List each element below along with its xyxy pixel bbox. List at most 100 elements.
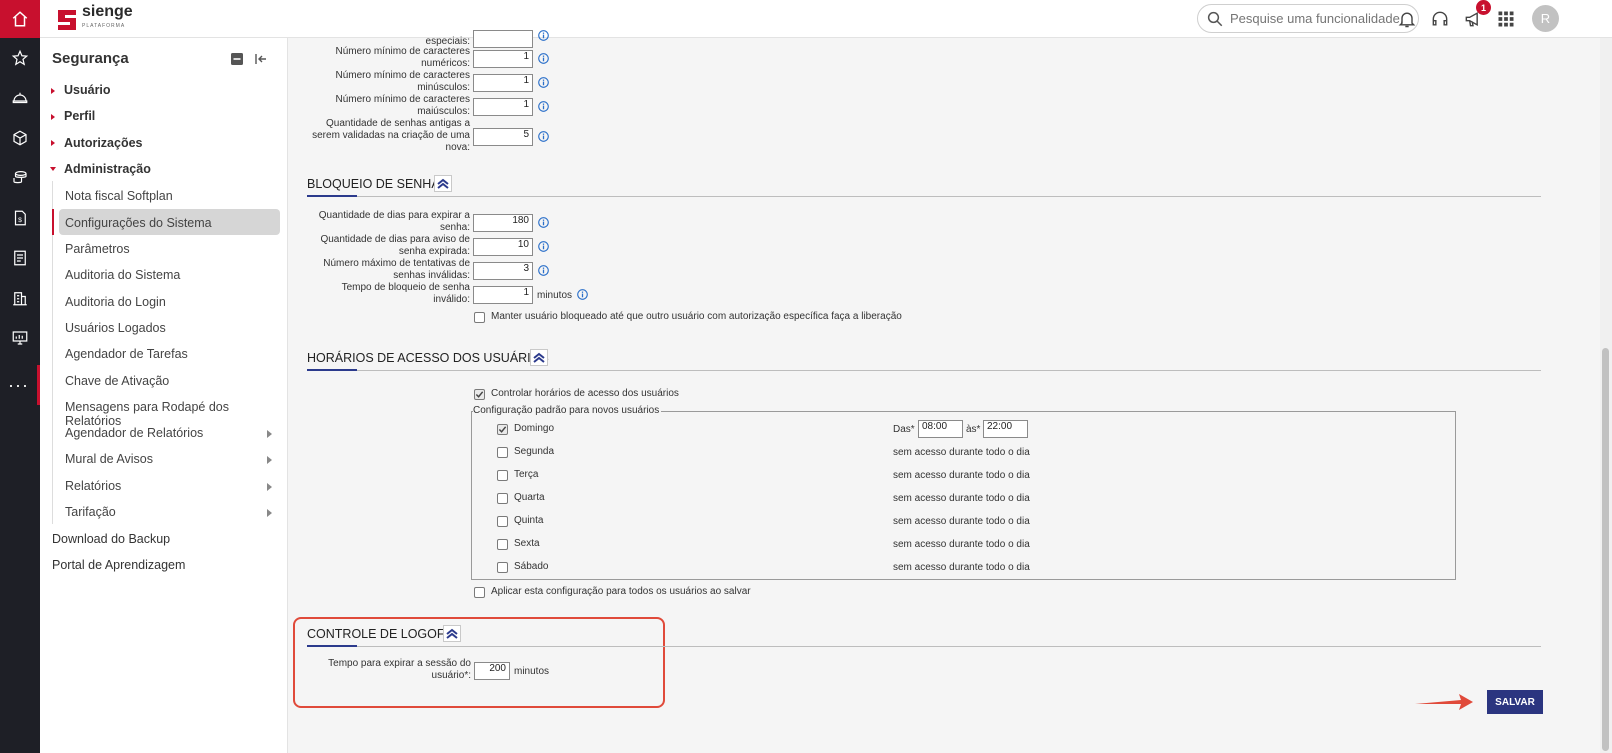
day-checkbox-quarta[interactable] — [497, 493, 508, 504]
sidebar-item-chave-ativacao[interactable]: Chave de Ativação — [65, 374, 169, 388]
sidebar-item-agendador-tarefas[interactable]: Agendador de Tarefas — [65, 347, 188, 361]
sidebar-item-relatorios[interactable]: Relatórios — [65, 479, 121, 493]
enterprise-button[interactable] — [0, 278, 40, 318]
info-icon[interactable] — [538, 77, 549, 88]
more-modules-button[interactable]: ··· — [0, 365, 40, 405]
info-icon[interactable] — [538, 53, 549, 64]
home-button[interactable] — [0, 0, 40, 38]
apps-grid-icon[interactable] — [1496, 9, 1516, 29]
max-attempts-label: Número máximo de tentativas de senhas inv… — [323, 258, 470, 281]
uppercase-chars-input[interactable]: 1 — [473, 98, 533, 116]
section-accent — [307, 195, 357, 197]
engineering-button[interactable] — [0, 78, 40, 118]
receipt-icon — [14, 250, 26, 266]
favorites-button[interactable] — [0, 38, 40, 78]
expire-days-input[interactable]: 180 — [473, 214, 533, 232]
sidebar: Segurança Usuário Perfil Autorizações Ad… — [40, 38, 288, 753]
search-input[interactable] — [1230, 11, 1410, 26]
sidebar-item-download-backup[interactable]: Download do Backup — [52, 532, 170, 546]
more-icon: ··· — [8, 374, 29, 395]
section-divider — [307, 196, 1541, 197]
headset-icon[interactable] — [1430, 9, 1450, 29]
password-history-input[interactable]: 5 — [473, 128, 533, 146]
special-chars-input[interactable] — [473, 30, 533, 48]
building-icon — [13, 292, 27, 306]
supplies-button[interactable] — [0, 118, 40, 158]
billing-button[interactable]: $ — [0, 198, 40, 238]
collapse-access-button[interactable] — [530, 349, 548, 366]
sidebar-item-perfil[interactable]: Perfil — [64, 109, 95, 123]
day-checkbox-sabado[interactable] — [497, 562, 508, 573]
sienge-logo[interactable]: sienge PLATAFORMA — [56, 4, 133, 33]
info-icon[interactable] — [577, 289, 588, 300]
sidebar-item-administracao[interactable]: Administração — [64, 162, 151, 176]
sidebar-item-auditoria-sistema[interactable]: Auditoria do Sistema — [65, 268, 180, 282]
chevron-right-icon — [267, 483, 272, 491]
day-checkbox-terca[interactable] — [497, 470, 508, 481]
control-hours-checkbox[interactable] — [474, 389, 485, 400]
day-checkbox-sexta[interactable] — [497, 539, 508, 550]
check-icon — [498, 426, 507, 433]
from-time-input[interactable]: 08:00 — [918, 420, 963, 438]
keep-blocked-checkbox[interactable] — [474, 312, 485, 323]
helmet-icon — [12, 92, 28, 104]
sidebar-item-mural-avisos[interactable]: Mural de Avisos — [65, 452, 153, 466]
user-avatar[interactable]: R — [1532, 5, 1559, 32]
session-expire-input[interactable]: 200 — [474, 662, 510, 680]
info-icon[interactable] — [538, 265, 549, 276]
svg-text:$: $ — [18, 217, 22, 224]
lock-time-unit: minutos — [537, 290, 573, 301]
warn-days-input[interactable]: 10 — [473, 238, 533, 256]
sidebar-item-agendador-relatorios[interactable]: Agendador de Relatórios — [65, 426, 203, 440]
collapse-block-button[interactable] — [434, 175, 452, 192]
access-section-title: HORÁRIOS DE ACESSO DOS USUÁRIOS — [307, 351, 549, 365]
info-icon[interactable] — [538, 131, 549, 142]
hide-sidebar-icon[interactable] — [254, 52, 268, 66]
uppercase-chars-label: Número mínimo de caracteres maiúsculos: — [335, 94, 471, 117]
day-label: Terça — [514, 469, 539, 480]
apply-all-checkbox[interactable] — [474, 587, 485, 598]
lock-time-input[interactable]: 1 — [473, 286, 533, 304]
day-label: Quinta — [514, 515, 544, 526]
sidebar-item-portal-aprendizagem[interactable]: Portal de Aprendizagem — [52, 558, 185, 572]
sidebar-item-usuarios-logados[interactable]: Usuários Logados — [65, 321, 166, 335]
day-checkbox-domingo[interactable] — [497, 424, 508, 435]
control-hours-label: Controlar horários de acesso dos usuário… — [491, 388, 679, 399]
sidebar-item-configuracoes-sistema[interactable]: Configurações do Sistema — [65, 216, 212, 230]
collapse-all-icon[interactable] — [230, 52, 244, 66]
info-icon[interactable] — [538, 101, 549, 112]
search-box[interactable] — [1197, 4, 1419, 33]
accounting-button[interactable] — [0, 238, 40, 278]
max-attempts-input[interactable]: 3 — [473, 262, 533, 280]
sidebar-item-parametros[interactable]: Parâmetros — [65, 242, 130, 256]
collapse-logoff-button[interactable] — [443, 625, 461, 642]
sidebar-item-mensagens-rodape[interactable]: Mensagens para Rodapé dos Relatórios — [65, 400, 287, 428]
day-checkbox-segunda[interactable] — [497, 447, 508, 458]
save-button[interactable]: SALVAR — [1487, 690, 1543, 714]
home-icon — [12, 11, 28, 27]
from-label: Das* — [893, 424, 915, 435]
dashboard-button[interactable] — [0, 318, 40, 358]
day-checkbox-quinta[interactable] — [497, 516, 508, 527]
sidebar-item-autorizacoes[interactable]: Autorizações — [64, 136, 143, 150]
to-time-input[interactable]: 22:00 — [983, 420, 1028, 438]
sidebar-item-nota-fiscal[interactable]: Nota fiscal Softplan — [65, 189, 173, 203]
lowercase-chars-input[interactable]: 1 — [473, 74, 533, 92]
finance-button[interactable] — [0, 158, 40, 198]
no-access-text: sem acesso durante todo o dia — [893, 539, 1030, 550]
section-divider — [307, 370, 1541, 371]
page-scrollbar[interactable] — [1600, 38, 1612, 753]
info-icon[interactable] — [538, 30, 549, 41]
bell-icon[interactable] — [1397, 9, 1417, 29]
keep-blocked-label: Manter usuário bloqueado até que outro u… — [491, 311, 902, 322]
scrollbar-thumb[interactable] — [1602, 348, 1609, 751]
sidebar-item-auditoria-login[interactable]: Auditoria do Login — [65, 295, 166, 309]
search-icon — [1207, 11, 1223, 26]
info-icon[interactable] — [538, 241, 549, 252]
info-icon[interactable] — [538, 217, 549, 228]
chevron-right-icon — [267, 456, 272, 464]
no-access-text: sem acesso durante todo o dia — [893, 493, 1030, 504]
sidebar-item-tarifacao[interactable]: Tarifação — [65, 505, 116, 519]
sidebar-item-usuario[interactable]: Usuário — [64, 83, 111, 97]
numeric-chars-input[interactable]: 1 — [473, 50, 533, 68]
